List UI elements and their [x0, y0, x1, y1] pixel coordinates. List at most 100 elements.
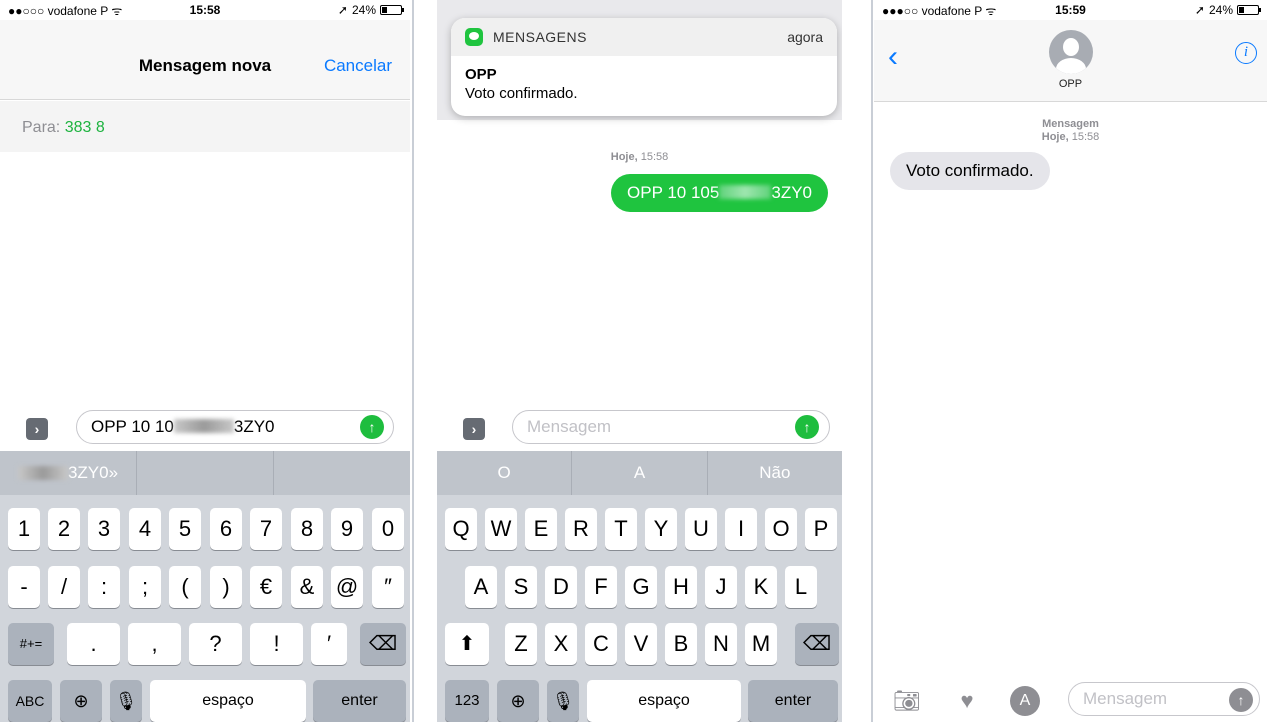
key[interactable]: C: [585, 623, 617, 665]
key[interactable]: :: [88, 566, 120, 608]
key[interactable]: V: [625, 623, 657, 665]
key[interactable]: D: [545, 566, 577, 608]
key[interactable]: Q: [445, 508, 477, 550]
key[interactable]: E: [525, 508, 557, 550]
delete-icon[interactable]: ⌫: [360, 623, 406, 665]
status-bar: ●●○○○ vodafone P ᯤ 15:58 ➚ 24%: [0, 0, 410, 20]
delete-icon[interactable]: ⌫: [795, 623, 839, 665]
key[interactable]: 5: [169, 508, 201, 550]
suggestion-3[interactable]: Não: [708, 451, 842, 495]
key[interactable]: 4: [129, 508, 161, 550]
key[interactable]: 0: [372, 508, 404, 550]
cancel-button[interactable]: Cancelar: [324, 56, 392, 76]
globe-icon[interactable]: ⊕: [497, 680, 539, 722]
key[interactable]: @: [331, 566, 363, 608]
key[interactable]: K: [745, 566, 777, 608]
microphone-icon[interactable]: 🎙︎: [110, 680, 142, 722]
key[interactable]: (: [169, 566, 201, 608]
microphone-icon[interactable]: 🎙︎: [547, 680, 579, 722]
key-row-3: ⬆ Z X C V B N M ⌫: [437, 623, 842, 667]
info-icon[interactable]: i: [1235, 42, 1257, 64]
key[interactable]: 8: [291, 508, 323, 550]
key[interactable]: W: [485, 508, 517, 550]
key[interactable]: Y: [645, 508, 677, 550]
space-key[interactable]: espaço: [150, 680, 306, 722]
expand-icon[interactable]: ›: [26, 418, 48, 440]
abc-key[interactable]: ABC: [8, 680, 52, 722]
send-arrow-icon[interactable]: ↑: [360, 415, 384, 439]
notification-banner[interactable]: MENSAGENS agora OPP Voto confirmado.: [451, 18, 837, 116]
digital-touch-icon[interactable]: ♥: [952, 686, 982, 716]
key[interactable]: M: [745, 623, 777, 665]
message-input[interactable]: Mensagem: [512, 410, 830, 444]
send-arrow-icon[interactable]: ↑: [1229, 688, 1253, 712]
location-icon: ➚: [1194, 3, 1205, 17]
key[interactable]: G: [625, 566, 657, 608]
key[interactable]: S: [505, 566, 537, 608]
key[interactable]: ): [210, 566, 242, 608]
key[interactable]: 2: [48, 508, 80, 550]
key[interactable]: &: [291, 566, 323, 608]
key[interactable]: J: [705, 566, 737, 608]
shift-icon[interactable]: ⬆: [445, 623, 489, 665]
message-timestamp: Hoje, 15:58: [610, 151, 669, 163]
key[interactable]: R: [565, 508, 597, 550]
enter-key[interactable]: enter: [748, 680, 838, 722]
send-arrow-icon[interactable]: ↑: [795, 415, 819, 439]
message-text-end: 3ZY0: [233, 417, 275, 436]
key[interactable]: !: [250, 623, 303, 665]
key[interactable]: L: [785, 566, 817, 608]
key-row-2: A S D F G H J K L: [437, 566, 842, 610]
suggestion-1[interactable]: O: [437, 451, 573, 495]
key[interactable]: U: [685, 508, 717, 550]
suggestion-3[interactable]: [274, 451, 410, 495]
key[interactable]: 9: [331, 508, 363, 550]
numbers-key[interactable]: 123: [445, 680, 489, 722]
key[interactable]: ?: [189, 623, 242, 665]
camera-icon[interactable]: 📷︎: [892, 686, 922, 716]
key[interactable]: €: [250, 566, 282, 608]
key[interactable]: X: [545, 623, 577, 665]
received-message-bubble[interactable]: Voto confirmado.: [890, 152, 1050, 190]
key[interactable]: 6: [210, 508, 242, 550]
message-input[interactable]: OPP 10 10 3ZY0: [76, 410, 394, 444]
redacted-text: [173, 419, 234, 433]
key[interactable]: .: [67, 623, 120, 665]
key[interactable]: Z: [505, 623, 537, 665]
avatar-icon[interactable]: [1048, 30, 1093, 74]
key[interactable]: F: [585, 566, 617, 608]
suggestion-2[interactable]: [137, 451, 274, 495]
suggestion-2[interactable]: A: [572, 451, 708, 495]
message-timestamp: Mensagem Hoje, 15:58: [1041, 118, 1100, 143]
expand-icon[interactable]: ›: [463, 418, 485, 440]
key[interactable]: ′: [311, 623, 347, 665]
key[interactable]: P: [805, 508, 837, 550]
key[interactable]: ,: [128, 623, 181, 665]
key[interactable]: -: [8, 566, 40, 608]
key[interactable]: ;: [129, 566, 161, 608]
space-key[interactable]: espaço: [587, 680, 741, 722]
to-label: Para:: [22, 119, 61, 136]
app-store-icon[interactable]: A: [1010, 686, 1040, 716]
key[interactable]: 3: [88, 508, 120, 550]
key[interactable]: O: [765, 508, 797, 550]
key[interactable]: T: [605, 508, 637, 550]
symbols-key[interactable]: #+=: [8, 623, 54, 665]
globe-icon[interactable]: ⊕: [60, 680, 102, 722]
key[interactable]: 1: [8, 508, 40, 550]
key[interactable]: N: [705, 623, 737, 665]
sent-message-bubble[interactable]: OPP 10 105 3ZY0: [611, 174, 828, 212]
key[interactable]: B: [665, 623, 697, 665]
nav-bar: Mensagem nova Cancelar: [0, 20, 410, 100]
key[interactable]: 7: [250, 508, 282, 550]
key[interactable]: H: [665, 566, 697, 608]
suggestion-1[interactable]: 3ZY0»: [0, 451, 137, 495]
back-chevron-icon[interactable]: ‹: [888, 42, 898, 72]
key[interactable]: A: [465, 566, 497, 608]
key[interactable]: ″: [372, 566, 404, 608]
key[interactable]: /: [48, 566, 80, 608]
key[interactable]: I: [725, 508, 757, 550]
enter-key[interactable]: enter: [313, 680, 406, 722]
contact-name[interactable]: OPP: [874, 78, 1267, 90]
recipient-field[interactable]: Para: 383 8: [0, 101, 410, 152]
